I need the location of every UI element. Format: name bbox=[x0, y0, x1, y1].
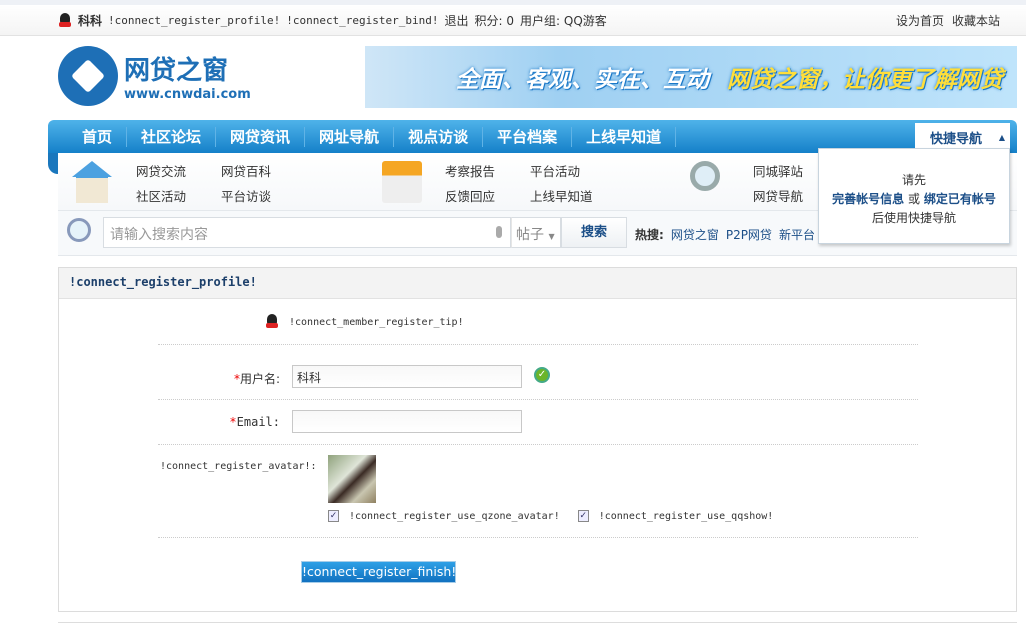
username-input[interactable]: 科科 bbox=[292, 365, 522, 388]
search-type-select[interactable]: 帖子 ▼ bbox=[511, 217, 561, 248]
caret-up-icon: ▲ bbox=[998, 133, 1005, 142]
email-label: *Email: bbox=[150, 415, 280, 429]
subnav-link[interactable]: 平台活动 bbox=[530, 161, 615, 180]
logo-url: www.cnwdai.com bbox=[124, 87, 251, 102]
panel-title: !connect_register_profile! bbox=[59, 268, 1016, 299]
register-panel: !connect_register_profile! bbox=[58, 267, 1017, 612]
nav-news[interactable]: 网贷资讯 bbox=[216, 126, 306, 147]
subnav-link[interactable]: 社区活动 bbox=[136, 186, 221, 205]
top-bar: 科科 !connect_register_profile! !connect_r… bbox=[0, 0, 1026, 36]
hot-link[interactable]: 新平台 bbox=[779, 226, 815, 243]
subnav-link[interactable]: 平台访谈 bbox=[221, 186, 306, 205]
email-label-text: Email: bbox=[236, 415, 280, 429]
username-label: *用户名: bbox=[150, 370, 280, 387]
search-type-value: 帖子 bbox=[516, 227, 544, 243]
box-icon bbox=[382, 161, 422, 203]
subnav-link[interactable]: 网贷百科 bbox=[221, 161, 306, 180]
hot-search: 热搜: 网贷之窗 P2P网贷 新平台 bbox=[635, 226, 815, 243]
subnav-link[interactable]: 考察报告 bbox=[445, 161, 530, 180]
logo-icon bbox=[58, 46, 118, 106]
search-button[interactable]: 搜索 bbox=[561, 217, 627, 248]
logout-link[interactable]: 退出 bbox=[445, 12, 469, 29]
hot-link[interactable]: 网贷之窗 bbox=[671, 226, 719, 243]
qzone-avatar-label: !connect_register_use_qzone_avatar! bbox=[349, 510, 560, 522]
email-input[interactable] bbox=[292, 410, 522, 433]
nav-upcoming[interactable]: 上线早知道 bbox=[572, 126, 677, 147]
banner[interactable]: 全面、客观、实在、互动 网贷之窗，让你更了解网贷 bbox=[365, 46, 1017, 108]
nav-interviews[interactable]: 视点访谈 bbox=[394, 126, 484, 147]
register-finish-button[interactable]: !connect_register_finish! bbox=[301, 561, 456, 583]
search-input[interactable]: 请输入搜索内容 bbox=[103, 217, 511, 248]
hot-label: 热搜: bbox=[635, 228, 664, 242]
divider bbox=[158, 399, 918, 400]
quick-nav-dropdown: 请先 完善帐号信息 或 绑定已有帐号 后使用快捷导航 bbox=[818, 148, 1010, 244]
quick-nav-label: 快捷导航 bbox=[930, 132, 983, 147]
set-home-link[interactable]: 设为首页 bbox=[896, 12, 944, 29]
nav-forum[interactable]: 社区论坛 bbox=[127, 126, 217, 147]
quick-drop-text: 后使用快捷导航 bbox=[871, 211, 956, 225]
register-tip: !connect_member_register_tip! bbox=[289, 316, 464, 328]
hot-link[interactable]: P2P网贷 bbox=[726, 226, 772, 243]
divider bbox=[58, 622, 1017, 623]
profile-link[interactable]: !connect_register_profile! bbox=[108, 14, 280, 27]
valid-check-icon: ✓ bbox=[534, 367, 550, 383]
usergroup[interactable]: 用户组: QQ游客 bbox=[520, 12, 607, 29]
logo-name: 网贷之窗 bbox=[124, 56, 229, 86]
qzone-avatar-checkbox[interactable]: ✓ bbox=[328, 510, 339, 522]
banner-text-2: 网贷之窗，让你更了解网贷 bbox=[727, 67, 1003, 93]
quick-drop-text: 请先 bbox=[901, 173, 926, 187]
subnav-link[interactable]: 网贷交流 bbox=[136, 161, 221, 180]
magnifier-icon bbox=[690, 161, 720, 191]
divider bbox=[158, 444, 918, 445]
required-mark: * bbox=[229, 415, 237, 429]
username-label-text: 用户名: bbox=[239, 372, 280, 386]
nav-platforms[interactable]: 平台档案 bbox=[483, 126, 573, 147]
chevron-down-icon: ▼ bbox=[548, 232, 555, 241]
subnav-link[interactable]: 上线早知道 bbox=[530, 186, 615, 205]
complete-profile-link[interactable]: 完善帐号信息 bbox=[832, 192, 904, 206]
avatar-label: !connect_register_avatar!: bbox=[160, 461, 317, 472]
site-logo[interactable]: 网贷之窗 www.cnwdai.com bbox=[58, 46, 251, 106]
microphone-icon[interactable] bbox=[496, 226, 502, 238]
subnav-link[interactable]: 反馈回应 bbox=[445, 186, 530, 205]
nav-links[interactable]: 网址导航 bbox=[305, 126, 395, 147]
qqshow-label: !connect_register_use_qqshow! bbox=[598, 510, 774, 522]
divider bbox=[158, 537, 918, 538]
bookmark-link[interactable]: 收藏本站 bbox=[952, 12, 1000, 29]
username-link[interactable]: 科科 bbox=[78, 12, 102, 29]
bind-link[interactable]: !connect_register_bind! bbox=[286, 14, 438, 27]
banner-text-1: 全面、客观、实在、互动 bbox=[456, 67, 709, 93]
qq-icon bbox=[265, 314, 279, 330]
credits[interactable]: 积分: 0 bbox=[475, 12, 515, 29]
nav-home[interactable]: 首页 bbox=[68, 126, 128, 147]
divider bbox=[158, 344, 918, 345]
avatar bbox=[328, 455, 376, 503]
qq-icon bbox=[58, 12, 72, 29]
bind-account-link[interactable]: 绑定已有帐号 bbox=[924, 192, 996, 206]
house-icon bbox=[72, 161, 112, 203]
qqshow-checkbox[interactable]: ✓ bbox=[577, 510, 589, 522]
or-text: 或 bbox=[907, 192, 920, 206]
search-icon bbox=[67, 218, 91, 242]
